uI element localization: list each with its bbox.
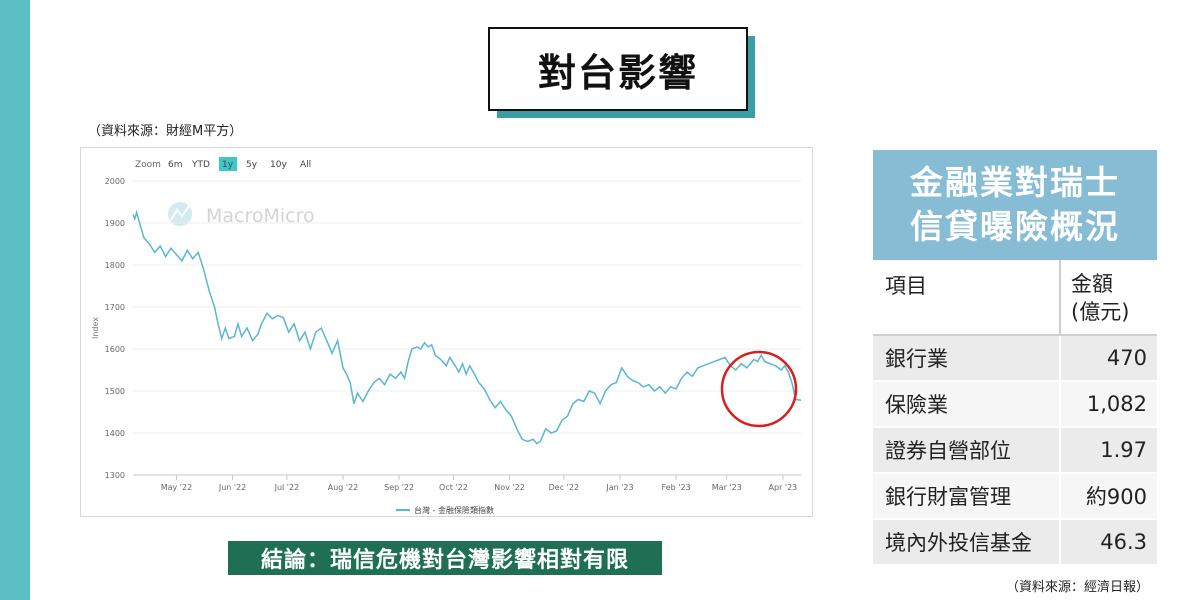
x-tick-label: May '22 bbox=[161, 483, 192, 492]
row-item: 銀行財富管理 bbox=[885, 485, 1011, 509]
y-tick-label: 2000 bbox=[105, 177, 125, 186]
legend: 台灣 - 金融保險類指數 bbox=[396, 505, 494, 515]
range-button-5y[interactable]: 5y bbox=[246, 160, 258, 170]
line-chart: Zoom 6m YTD 1y 5y 10y All MacroMicro 1300 1400… bbox=[91, 157, 802, 515]
slide-title: 對台影響 bbox=[488, 27, 748, 111]
table-row: 銀行財富管理 約900 bbox=[873, 474, 1157, 520]
y-tick-label: 1900 bbox=[105, 219, 125, 228]
x-tick-label: Oct '22 bbox=[439, 483, 468, 492]
x-tick-label: Feb '23 bbox=[662, 483, 691, 492]
range-button-10y[interactable]: 10y bbox=[270, 160, 287, 170]
x-tick-label: Apr '23 bbox=[769, 483, 798, 492]
header-amount: 金額 (億元) bbox=[1059, 260, 1157, 334]
series-line-financial-insurance-index bbox=[132, 209, 802, 445]
row-item: 銀行業 bbox=[885, 347, 948, 371]
range-button-6m[interactable]: 6m bbox=[168, 160, 183, 170]
x-tick-label: Jun '22 bbox=[218, 483, 246, 492]
x-tick-label: Dec '22 bbox=[549, 483, 579, 492]
x-axis-ticks: May '22 Jun '22 Jul '22 Aug '22 Sep '22 Oct '… bbox=[161, 475, 798, 492]
x-tick-label: Nov '22 bbox=[494, 483, 525, 492]
x-tick-label: Mar '23 bbox=[712, 483, 742, 492]
x-tick-label: Sep '22 bbox=[384, 483, 414, 492]
row-amount: 46.3 bbox=[1059, 520, 1157, 564]
x-tick-label: Jan '23 bbox=[605, 483, 633, 492]
header-amount-line-1: 金額 bbox=[1071, 272, 1113, 296]
source-note-right: （資料來源：經濟日報） bbox=[1006, 580, 1150, 595]
row-amount: 約900 bbox=[1059, 474, 1157, 518]
y-tick-label: 1600 bbox=[105, 345, 125, 354]
range-button-ytd[interactable]: YTD bbox=[191, 160, 210, 170]
row-amount: 1.97 bbox=[1059, 428, 1157, 472]
x-tick-label: Aug '22 bbox=[328, 483, 359, 492]
range-button-1y[interactable]: 1y bbox=[222, 160, 234, 170]
y-tick-label: 1700 bbox=[105, 303, 125, 312]
range-selector: 6m YTD 1y 5y 10y All bbox=[168, 157, 311, 171]
table-title-line-1: 金融業對瑞士 bbox=[910, 163, 1120, 202]
table-header-row: 項目 金額 (億元) bbox=[873, 260, 1157, 336]
row-item: 證券自營部位 bbox=[885, 439, 1011, 463]
exposure-table: 金融業對瑞士 信貸曝險概況 項目 金額 (億元) 銀行業 470 保險業 1,0… bbox=[873, 150, 1157, 566]
source-note-left: （資料來源：財經M平方） bbox=[88, 124, 243, 139]
table-row: 境內外投信基金 46.3 bbox=[873, 520, 1157, 566]
row-amount: 470 bbox=[1059, 336, 1157, 380]
y-tick-label: 1400 bbox=[105, 429, 125, 438]
header-amount-line-2: (億元) bbox=[1071, 300, 1130, 324]
table-row: 銀行業 470 bbox=[873, 336, 1157, 382]
table-title: 金融業對瑞士 信貸曝險概況 bbox=[873, 150, 1157, 260]
y-tick-label: 1500 bbox=[105, 387, 125, 396]
y-axis-ticks: 1300 1400 1500 1600 1700 1800 1900 2000 bbox=[105, 177, 125, 480]
y-tick-label: 1300 bbox=[105, 471, 125, 480]
legend-label: 台灣 - 金融保險類指數 bbox=[414, 505, 494, 515]
table-title-line-2: 信貸曝險概況 bbox=[910, 207, 1120, 246]
row-item: 境內外投信基金 bbox=[885, 531, 1032, 555]
x-tick-label: Jul '22 bbox=[274, 483, 300, 492]
table-row: 保險業 1,082 bbox=[873, 382, 1157, 428]
row-amount: 1,082 bbox=[1059, 382, 1157, 426]
range-button-all[interactable]: All bbox=[300, 160, 311, 170]
row-item: 保險業 bbox=[885, 393, 948, 417]
zoom-label: Zoom bbox=[135, 160, 161, 170]
side-accent-bar bbox=[0, 0, 30, 600]
y-tick-label: 1800 bbox=[105, 261, 125, 270]
table-row: 證券自營部位 1.97 bbox=[873, 428, 1157, 474]
chart-frame: Zoom 6m YTD 1y 5y 10y All MacroMicro 1300 1400… bbox=[80, 147, 813, 517]
watermark-text: MacroMicro bbox=[206, 205, 315, 227]
header-item: 項目 bbox=[885, 274, 927, 298]
y-axis-label: Index bbox=[91, 317, 100, 339]
conclusion-banner: 結論：瑞信危機對台灣影響相對有限 bbox=[228, 541, 662, 575]
